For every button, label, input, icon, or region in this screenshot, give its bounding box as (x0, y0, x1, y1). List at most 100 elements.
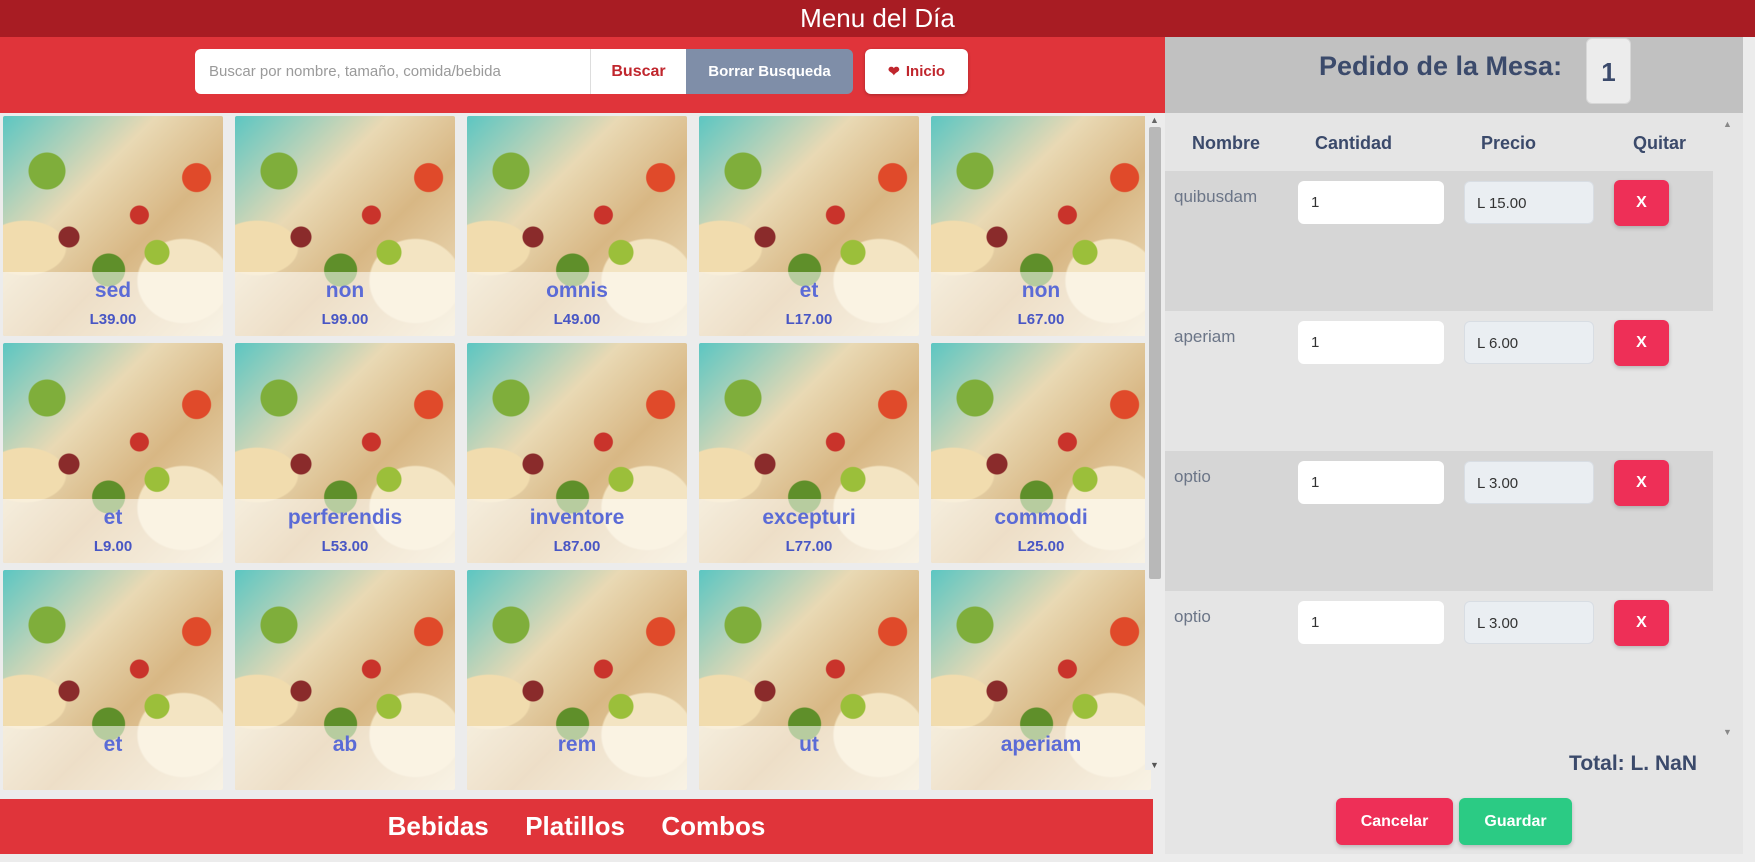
menu-scrollbar[interactable]: ▲ ▼ (1145, 115, 1165, 770)
menu-item-price: L39.00 (89, 311, 137, 328)
card-caption: non L99.00 (235, 272, 455, 336)
card-caption: aperiam (931, 726, 1151, 790)
remove-item-button[interactable]: X (1614, 320, 1669, 366)
menu-item-name: et (103, 506, 123, 529)
menu-grid-viewport: sed L39.00 non L99.00 omnis L49.00 et L17.00… (0, 115, 1165, 805)
menu-card[interactable]: excepturi L77.00 (699, 343, 919, 563)
menu-item-name: commodi (994, 506, 1088, 529)
quantity-input[interactable] (1298, 181, 1444, 224)
category-bar: Bebidas Platillos Combos (0, 799, 1153, 854)
order-item-name: optio (1174, 607, 1211, 626)
category-combos[interactable]: Combos (661, 799, 765, 854)
menu-card[interactable]: non L99.00 (235, 116, 455, 336)
order-scrollbar[interactable]: ▲ ▼ (1713, 113, 1743, 745)
card-caption: sed L39.00 (3, 272, 223, 336)
quantity-input[interactable] (1298, 461, 1444, 504)
search-bar: Buscar Borrar Busqueda ❤ Inicio (0, 37, 1165, 113)
order-title: Pedido de la Mesa: (1319, 51, 1563, 81)
home-button[interactable]: ❤ Inicio (865, 49, 968, 94)
scroll-down-arrow-icon[interactable]: ▼ (1723, 727, 1732, 737)
menu-panel: Buscar Borrar Busqueda ❤ Inicio sed L39.0… (0, 37, 1165, 862)
menu-item-price: L99.00 (321, 311, 369, 328)
menu-item-name: ab (332, 733, 358, 756)
card-caption: rem (467, 726, 687, 790)
remove-item-button[interactable]: X (1614, 180, 1669, 226)
menu-item-name: non (325, 279, 365, 302)
menu-card[interactable]: et (3, 570, 223, 790)
price-field: L 3.00 (1464, 461, 1594, 504)
menu-item-name: et (799, 279, 819, 302)
search-input[interactable] (195, 49, 590, 94)
quantity-input[interactable] (1298, 601, 1444, 644)
save-button[interactable]: Guardar (1459, 798, 1572, 845)
card-caption: perferendis L53.00 (235, 499, 455, 563)
menu-card[interactable]: et L9.00 (3, 343, 223, 563)
order-item-name: quibusdam (1174, 187, 1258, 206)
clear-search-button[interactable]: Borrar Busqueda (686, 49, 853, 94)
menu-card[interactable]: non L67.00 (931, 116, 1151, 336)
menu-item-name: excepturi (762, 506, 856, 529)
column-quitar: Quitar (1633, 133, 1687, 153)
card-caption: et L9.00 (3, 499, 223, 563)
quantity-input[interactable] (1298, 321, 1444, 364)
scrollbar-thumb[interactable] (1149, 127, 1161, 579)
table-row: optio L 3.00 X (1165, 591, 1713, 731)
scroll-up-arrow-icon[interactable]: ▲ (1723, 119, 1732, 129)
menu-grid: sed L39.00 non L99.00 omnis L49.00 et L17.00… (3, 116, 1151, 790)
menu-card[interactable]: omnis L49.00 (467, 116, 687, 336)
menu-item-name: aperiam (1000, 733, 1082, 756)
menu-item-price: L67.00 (1017, 311, 1065, 328)
menu-card[interactable]: sed L39.00 (3, 116, 223, 336)
menu-item-name: ut (799, 733, 819, 756)
menu-item-name: inventore (529, 506, 625, 529)
column-cantidad: Cantidad (1315, 133, 1393, 153)
menu-item-name: perferendis (287, 506, 403, 529)
card-caption: non L67.00 (931, 272, 1151, 336)
menu-card[interactable]: perferendis L53.00 (235, 343, 455, 563)
menu-item-price: L25.00 (1017, 538, 1065, 555)
menu-item-price: L9.00 (93, 538, 133, 555)
table-row: aperiam L 6.00 X (1165, 311, 1713, 451)
menu-item-price: L53.00 (321, 538, 369, 555)
table-number[interactable]: 1 (1586, 38, 1631, 104)
order-table-header: Nombre Cantidad Precio Quitar (1165, 113, 1713, 171)
scroll-up-arrow-icon[interactable]: ▲ (1150, 115, 1159, 125)
search-button[interactable]: Buscar (590, 49, 686, 94)
column-nombre: Nombre (1192, 133, 1261, 153)
order-item-name: aperiam (1174, 327, 1236, 346)
menu-item-name: sed (94, 279, 132, 302)
order-header: Pedido de la Mesa: 1 (1165, 37, 1743, 113)
menu-card[interactable]: aperiam (931, 570, 1151, 790)
menu-item-name: rem (557, 733, 597, 756)
menu-card[interactable]: commodi L25.00 (931, 343, 1151, 563)
menu-item-name: omnis (546, 279, 608, 302)
menu-card[interactable]: ut (699, 570, 919, 790)
price-field: L 6.00 (1464, 321, 1594, 364)
card-caption: inventore L87.00 (467, 499, 687, 563)
order-total: Total: L. NaN (1569, 752, 1697, 775)
app-title: Menu del Día (800, 3, 955, 33)
table-row: quibusdam L 15.00 X (1165, 171, 1713, 311)
remove-item-button[interactable]: X (1614, 460, 1669, 506)
menu-card[interactable]: inventore L87.00 (467, 343, 687, 563)
home-button-label: Inicio (905, 63, 946, 80)
cancel-button[interactable]: Cancelar (1336, 798, 1453, 845)
menu-item-price: L17.00 (785, 311, 833, 328)
menu-card[interactable]: ab (235, 570, 455, 790)
order-item-name: optio (1174, 467, 1211, 486)
menu-item-price: L49.00 (553, 311, 601, 328)
card-caption: et L17.00 (699, 272, 919, 336)
menu-card[interactable]: rem (467, 570, 687, 790)
order-rows: quibusdam L 15.00 X aperiam L 6.00 X opt… (1165, 171, 1713, 731)
table-row: optio L 3.00 X (1165, 451, 1713, 591)
column-precio: Precio (1481, 133, 1537, 153)
menu-item-name: non (1021, 279, 1061, 302)
category-bebidas[interactable]: Bebidas (388, 799, 489, 854)
menu-item-name: et (103, 733, 123, 756)
remove-item-button[interactable]: X (1614, 600, 1669, 646)
category-platillos[interactable]: Platillos (525, 799, 625, 854)
scroll-down-arrow-icon[interactable]: ▼ (1150, 760, 1159, 770)
menu-card[interactable]: et L17.00 (699, 116, 919, 336)
menu-item-price: L77.00 (785, 538, 833, 555)
card-caption: et (3, 726, 223, 790)
